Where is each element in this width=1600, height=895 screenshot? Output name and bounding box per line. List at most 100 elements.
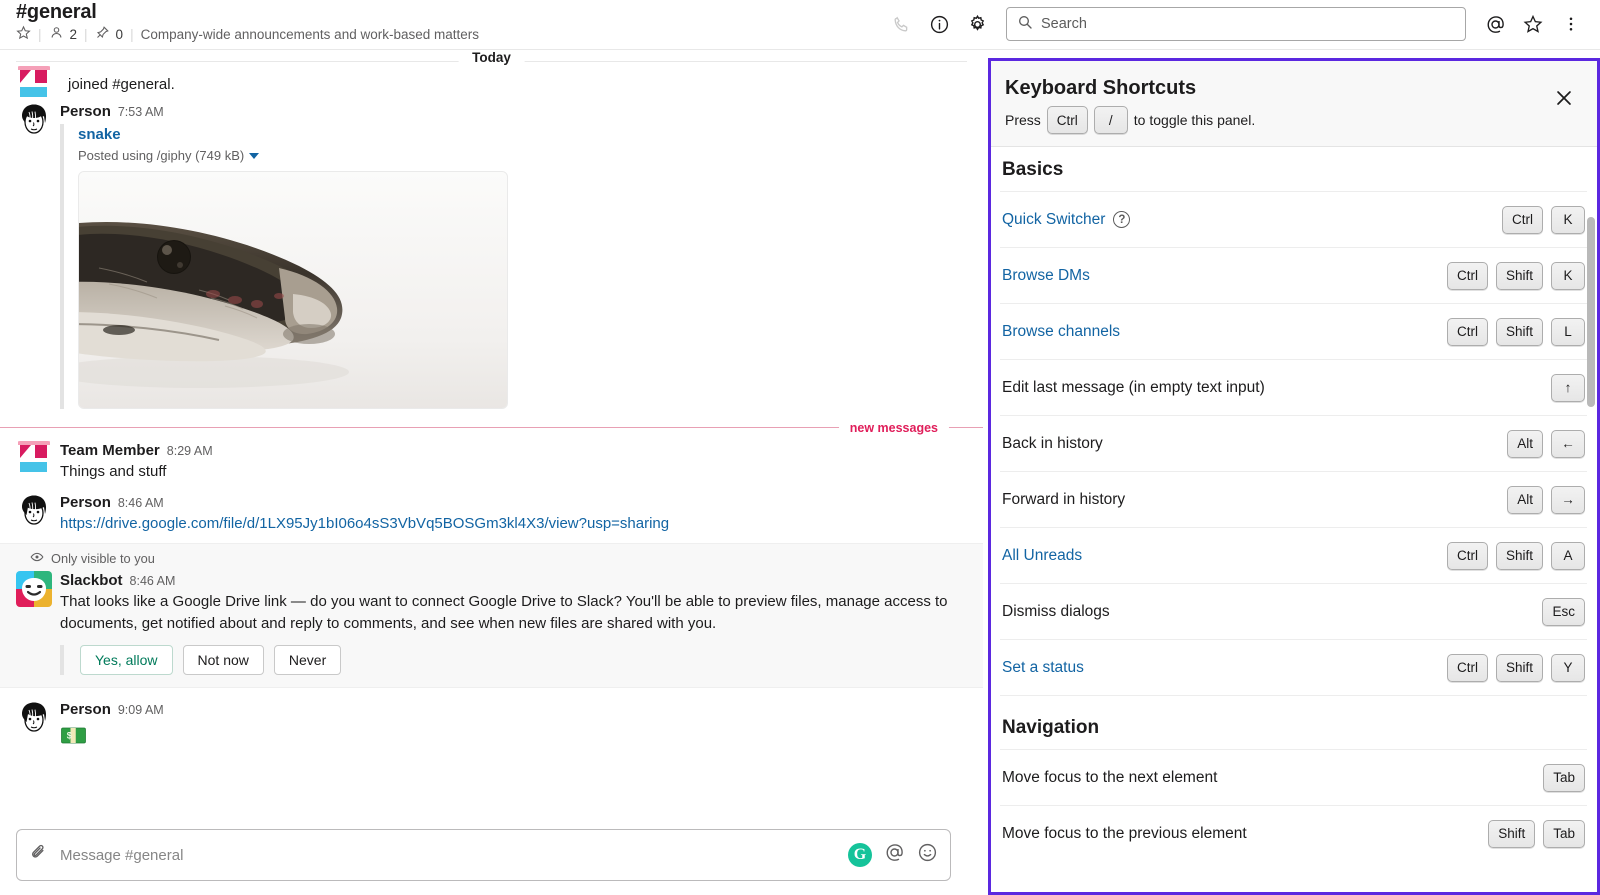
day-divider-label[interactable]: Today — [458, 50, 525, 65]
channel-topic[interactable]: Company-wide announcements and work-base… — [141, 27, 479, 43]
shortcut-row-set-a-status[interactable]: Set a status Ctrl Shift Y — [1000, 639, 1587, 695]
shortcut-keys: Ctrl Shift A — [1447, 542, 1585, 570]
never-button[interactable]: Never — [274, 645, 341, 675]
message-timestamp[interactable]: 7:53 AM — [118, 102, 164, 122]
key-ctrl: Ctrl — [1447, 654, 1488, 682]
members-count[interactable]: 2 — [70, 27, 78, 43]
key-shift: Shift — [1488, 820, 1535, 848]
starred-items-icon[interactable] — [1514, 5, 1552, 43]
shortcut-row-back-in-history[interactable]: Back in history Alt ← — [1000, 415, 1587, 471]
more-options-icon[interactable] — [1552, 5, 1590, 43]
message-body: Team Member 8:29 AM Things and stuff — [60, 441, 967, 483]
yes-allow-button[interactable]: Yes, allow — [80, 645, 173, 675]
message-item: Person 8:46 AM https://drive.google.com/… — [0, 491, 983, 537]
slackbot-avatar[interactable] — [16, 571, 52, 607]
shortcut-row-forward-in-history[interactable]: Forward in history Alt → — [1000, 471, 1587, 527]
message-timestamp[interactable]: 8:29 AM — [167, 441, 213, 461]
section-divider — [1000, 695, 1587, 711]
chevron-down-icon[interactable] — [249, 153, 259, 159]
gear-icon[interactable] — [958, 5, 996, 43]
message-header: Slackbot 8:46 AM — [60, 571, 967, 591]
ephemeral-message-block: Only visible to you — [0, 543, 983, 688]
message-timestamp[interactable]: 8:46 AM — [118, 493, 164, 513]
message-author[interactable]: Person — [60, 102, 111, 122]
key-slash-toggle: / — [1094, 106, 1128, 134]
message-pane[interactable]: Today joined #general. — [0, 50, 983, 895]
message-header: Person 9:09 AM — [60, 700, 967, 720]
search-input[interactable]: Search — [1006, 7, 1466, 41]
not-now-button[interactable]: Not now — [183, 645, 264, 675]
shortcut-label[interactable]: Quick Switcher ? — [1002, 211, 1130, 229]
snake-photo[interactable] — [78, 171, 508, 409]
key-ctrl-toggle: Ctrl — [1047, 106, 1088, 134]
message-author[interactable]: Person — [60, 493, 111, 513]
info-icon[interactable] — [920, 5, 958, 43]
members-icon[interactable] — [49, 25, 64, 44]
pins-count[interactable]: 0 — [116, 27, 124, 43]
shortcut-keys: Esc — [1542, 598, 1585, 626]
message-author[interactable]: Slackbot — [60, 571, 123, 591]
shortcut-row-all-unreads[interactable]: All Unreads Ctrl Shift A — [1000, 527, 1587, 583]
key-l: L — [1551, 318, 1585, 346]
message-header: Team Member 8:29 AM — [60, 441, 967, 461]
shortcut-keys: ↑ — [1551, 374, 1585, 402]
key-arrow-right: → — [1551, 486, 1585, 514]
google-drive-link[interactable]: https://drive.google.com/file/d/1LX95Jy1… — [60, 515, 669, 532]
message-header: Person 7:53 AM — [60, 102, 967, 122]
shortcut-keys: Ctrl K — [1502, 206, 1585, 234]
at-icon[interactable] — [884, 842, 905, 868]
team-member-avatar[interactable] — [16, 66, 52, 102]
key-ctrl: Ctrl — [1447, 542, 1488, 570]
shortcut-row-focus-previous[interactable]: Move focus to the previous element Shift… — [1000, 805, 1587, 861]
person-avatar[interactable] — [16, 700, 52, 736]
slackbot-message-text: That looks like a Google Drive link — do… — [60, 591, 960, 635]
shortcut-label[interactable]: Set a status — [1002, 659, 1084, 677]
shortcut-row-browse-dms[interactable]: Browse DMs Ctrl Shift K — [1000, 247, 1587, 303]
section-title-basics: Basics — [1000, 137, 1587, 191]
shortcuts-panel-subtitle: Press Ctrl / to toggle this panel. — [1005, 106, 1579, 134]
shortcut-row-quick-switcher[interactable]: Quick Switcher ? Ctrl K — [1000, 191, 1587, 247]
shortcut-label-text: Quick Switcher — [1002, 211, 1105, 229]
shortcut-row-dismiss-dialogs[interactable]: Dismiss dialogs Esc — [1000, 583, 1587, 639]
message-timestamp[interactable]: 9:09 AM — [118, 700, 164, 720]
channel-name[interactable]: #general — [16, 0, 479, 24]
shortcuts-panel-header: Keyboard Shortcuts Press Ctrl / to toggl… — [991, 61, 1597, 147]
phone-call-icon[interactable] — [882, 5, 920, 43]
message-author[interactable]: Person — [60, 700, 111, 720]
person-avatar[interactable] — [16, 102, 52, 138]
shortcut-label[interactable]: All Unreads — [1002, 547, 1082, 565]
join-message-row: joined #general. — [0, 72, 983, 96]
shortcuts-scrollbar[interactable] — [1587, 217, 1595, 407]
shortcuts-list[interactable]: Basics Quick Switcher ? Ctrl K Browse DM… — [991, 137, 1597, 892]
grammarly-icon[interactable]: G — [848, 843, 872, 867]
money-emoji: $ — [60, 722, 967, 755]
meta-divider-2: | — [83, 27, 89, 43]
message-timestamp[interactable]: 8:46 AM — [130, 571, 176, 591]
attachment-title[interactable]: snake — [78, 124, 967, 146]
shortcut-keys: Ctrl Shift L — [1447, 318, 1585, 346]
shortcut-label: Move focus to the next element — [1002, 769, 1217, 787]
message-author[interactable]: Team Member — [60, 441, 160, 461]
shortcut-row-focus-next[interactable]: Move focus to the next element Tab — [1000, 749, 1587, 805]
shortcut-label[interactable]: Browse channels — [1002, 323, 1120, 341]
star-icon[interactable] — [16, 25, 31, 44]
at-mentions-icon[interactable] — [1476, 5, 1514, 43]
banknote-icon: $ — [60, 722, 87, 749]
message-item: Team Member 8:29 AM Things and stuff — [0, 439, 983, 485]
emoji-icon[interactable] — [917, 842, 938, 868]
team-member-avatar[interactable] — [16, 441, 52, 477]
pin-icon[interactable] — [95, 25, 110, 44]
shortcut-keys: Ctrl Shift K — [1447, 262, 1585, 290]
channel-header-actions: Search — [882, 5, 1590, 43]
shortcut-row-browse-channels[interactable]: Browse channels Ctrl Shift L — [1000, 303, 1587, 359]
shortcut-label[interactable]: Browse DMs — [1002, 267, 1090, 285]
paperclip-icon[interactable] — [29, 843, 48, 867]
shortcuts-panel-title: Keyboard Shortcuts — [1005, 75, 1579, 101]
help-icon[interactable]: ? — [1113, 211, 1130, 228]
key-shift: Shift — [1496, 262, 1543, 290]
close-icon[interactable] — [1553, 87, 1575, 109]
shortcut-row-edit-last-message[interactable]: Edit last message (in empty text input) … — [1000, 359, 1587, 415]
subtitle-prefix: Press — [1005, 112, 1041, 128]
message-composer[interactable]: Message #general G — [16, 829, 951, 881]
person-avatar[interactable] — [16, 493, 52, 529]
